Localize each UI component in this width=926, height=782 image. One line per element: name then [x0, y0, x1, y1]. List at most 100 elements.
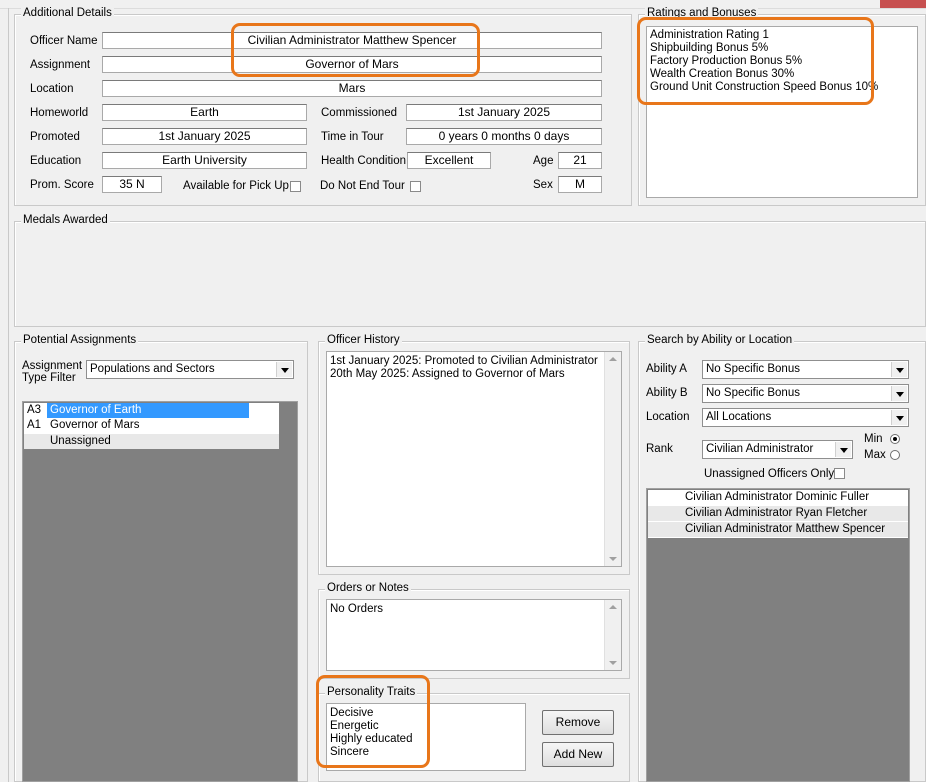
trait-item[interactable]: Energetic [327, 720, 525, 733]
additional-details-legend: Additional Details [21, 7, 114, 19]
orders-notes-legend: Orders or Notes [325, 582, 411, 594]
sex-field[interactable]: M [558, 176, 602, 193]
orders-scrollbar[interactable] [604, 600, 621, 670]
table-row[interactable]: Unassigned [24, 434, 279, 449]
close-icon[interactable] [880, 0, 926, 8]
min-radio[interactable] [890, 434, 900, 444]
commissioned-field[interactable]: 1st January 2025 [406, 104, 602, 121]
table-row[interactable]: A3 Governor of Earth [24, 403, 279, 418]
assignment-name: Unassigned [50, 435, 111, 447]
remove-trait-button[interactable]: Remove [542, 710, 614, 735]
ability-a-select[interactable]: No Specific Bonus [702, 360, 909, 379]
list-item[interactable]: Civilian Administrator Ryan Fletcher [648, 506, 908, 521]
chevron-down-icon[interactable] [835, 442, 851, 457]
unassigned-officers-only-checkbox[interactable] [834, 468, 845, 479]
chevron-down-icon[interactable] [891, 410, 907, 425]
prom-score-label: Prom. Score [30, 179, 94, 191]
potential-assignments-legend: Potential Assignments [21, 334, 139, 346]
medals-awarded-legend: Medals Awarded [21, 214, 110, 226]
education-label: Education [30, 155, 82, 167]
assignment-code: A1 [27, 419, 42, 431]
trait-item[interactable]: Highly educated [327, 733, 525, 746]
max-label: Max [864, 449, 886, 461]
search-results-rows: Civilian Administrator Dominic Fuller Ci… [648, 490, 908, 538]
available-for-pick-up-checkbox[interactable] [290, 181, 301, 192]
education-field[interactable]: Earth University [102, 152, 307, 169]
chevron-down-icon[interactable] [891, 386, 907, 401]
assignment-code: A3 [27, 404, 42, 416]
left-panel-edge [0, 8, 9, 782]
potential-assignments-rows: A3 Governor of Earth A1 Governor of Mars… [24, 403, 279, 449]
scroll-down-icon[interactable] [609, 557, 617, 561]
officer-name-field[interactable]: Civilian Administrator Matthew Spencer [102, 32, 602, 49]
commissioned-label: Commissioned [321, 107, 398, 119]
promoted-field[interactable]: 1st January 2025 [102, 128, 307, 145]
chevron-down-icon[interactable] [276, 362, 292, 377]
unassigned-officers-only-label: Unassigned Officers Only [704, 468, 835, 480]
age-field[interactable]: 21 [558, 152, 602, 169]
assignment-type-filter-value: Populations and Sectors [90, 363, 215, 375]
location-field[interactable]: Mars [102, 80, 602, 97]
table-row[interactable]: A1 Governor of Mars [24, 418, 279, 433]
officer-name-label: Officer Name [30, 35, 98, 47]
personality-traits-list[interactable]: Decisive Energetic Highly educated Since… [326, 703, 526, 771]
scroll-up-icon[interactable] [609, 357, 617, 361]
assignment-type-filter-select[interactable]: Populations and Sectors [86, 360, 294, 379]
do-not-end-tour-checkbox[interactable] [410, 181, 421, 192]
homeworld-label: Homeworld [30, 107, 89, 119]
ability-b-value: No Specific Bonus [706, 387, 800, 399]
history-line: 1st January 2025: Promoted to Civilian A… [330, 355, 598, 367]
location-label: Location [30, 83, 74, 95]
search-location-select[interactable]: All Locations [702, 408, 909, 427]
rank-select[interactable]: Civilian Administrator [702, 440, 853, 459]
orders-notes-text[interactable]: No Orders [326, 599, 622, 671]
rating-line: Ground Unit Construction Speed Bonus 10% [650, 81, 879, 93]
rank-label: Rank [646, 443, 673, 455]
assignment-label: Assignment [30, 59, 91, 71]
officer-history-text[interactable]: 1st January 2025: Promoted to Civilian A… [326, 351, 622, 567]
min-label: Min [864, 433, 883, 445]
do-not-end-tour-label: Do Not End Tour [320, 180, 405, 192]
prom-score-field[interactable]: 35 N [102, 176, 162, 193]
potential-assignments-list[interactable] [22, 401, 298, 782]
available-for-pick-up-label: Available for Pick Up [183, 180, 289, 192]
medals-awarded-group: Medals Awarded [14, 214, 926, 327]
officer-history-legend: Officer History [325, 334, 402, 346]
search-legend: Search by Ability or Location [645, 334, 795, 346]
promoted-label: Promoted [30, 131, 80, 143]
rating-line: Wealth Creation Bonus 30% [650, 68, 795, 80]
assignment-field[interactable]: Governor of Mars [102, 56, 602, 73]
ability-a-label: Ability A [646, 363, 687, 375]
age-label: Age [533, 155, 554, 167]
max-radio[interactable] [890, 450, 900, 460]
ability-a-value: No Specific Bonus [706, 363, 800, 375]
ability-b-select[interactable]: No Specific Bonus [702, 384, 909, 403]
time-in-tour-field[interactable]: 0 years 0 months 0 days [406, 128, 602, 145]
search-location-value: All Locations [706, 411, 772, 423]
scroll-down-icon[interactable] [609, 661, 617, 665]
add-new-trait-button[interactable]: Add New [542, 742, 614, 767]
personality-traits-legend: Personality Traits [325, 686, 418, 698]
health-condition-field[interactable]: Excellent [407, 152, 491, 169]
ability-b-label: Ability B [646, 387, 688, 399]
rank-value: Civilian Administrator [706, 443, 814, 455]
rating-line: Administration Rating 1 [650, 29, 769, 41]
scroll-up-icon[interactable] [609, 605, 617, 609]
history-line: 20th May 2025: Assigned to Governor of M… [330, 368, 565, 380]
assignment-name: Governor of Earth [47, 403, 249, 418]
rating-line: Shipbuilding Bonus 5% [650, 42, 769, 54]
search-location-label: Location [646, 411, 690, 423]
health-condition-label: Health Condition [321, 155, 407, 167]
list-item[interactable]: Civilian Administrator Dominic Fuller [648, 490, 908, 505]
ratings-bonuses-list[interactable]: Administration Rating 1 Shipbuilding Bon… [646, 26, 918, 198]
time-in-tour-label: Time in Tour [321, 131, 384, 143]
sex-label: Sex [533, 179, 553, 191]
history-scrollbar[interactable] [604, 352, 621, 566]
trait-item[interactable]: Sincere [327, 746, 525, 759]
orders-line: No Orders [330, 603, 384, 615]
chevron-down-icon[interactable] [891, 362, 907, 377]
list-item[interactable]: Civilian Administrator Matthew Spencer [648, 522, 908, 537]
homeworld-field[interactable]: Earth [102, 104, 307, 121]
window-top-strip [0, 0, 926, 9]
trait-item[interactable]: Decisive [327, 707, 525, 720]
